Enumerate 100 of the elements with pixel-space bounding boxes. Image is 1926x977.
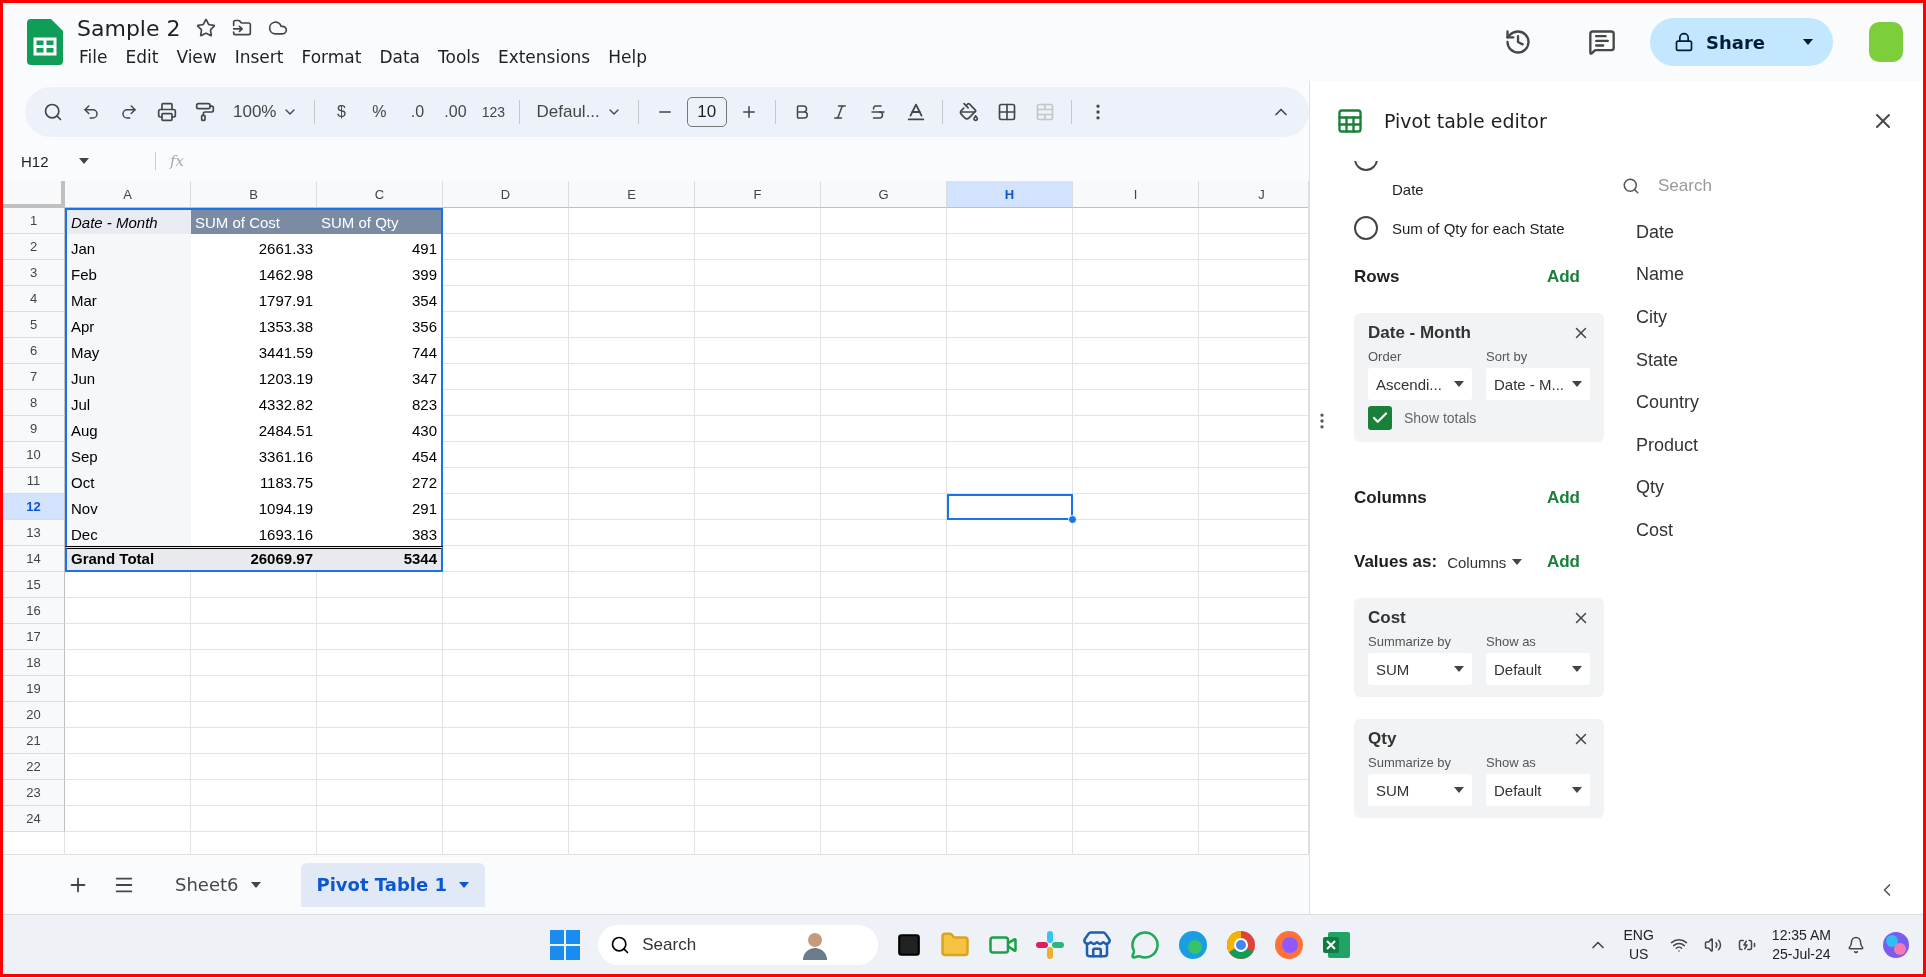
currency-button[interactable]: $ bbox=[325, 96, 358, 128]
dropdown[interactable]: Date - M... bbox=[1486, 368, 1590, 400]
row-header[interactable]: 15 bbox=[3, 572, 65, 598]
star-icon[interactable] bbox=[196, 18, 217, 38]
move-folder-icon[interactable] bbox=[232, 18, 253, 38]
copilot-icon[interactable] bbox=[1881, 929, 1911, 960]
menu-item[interactable]: File bbox=[77, 44, 117, 69]
sheet-tab[interactable]: Sheet6 bbox=[159, 862, 277, 907]
row-header[interactable]: 1 bbox=[3, 208, 65, 234]
row-header[interactable]: 10 bbox=[3, 442, 65, 468]
menu-item[interactable]: Edit bbox=[116, 44, 168, 69]
spreadsheet-app-icon[interactable] bbox=[1322, 929, 1353, 960]
clock[interactable]: 12:35 AM 25-Jul-24 bbox=[1771, 926, 1831, 963]
menu-item[interactable]: Data bbox=[370, 44, 429, 69]
task-view-icon[interactable] bbox=[896, 931, 923, 958]
dropdown[interactable]: SUM bbox=[1368, 653, 1472, 685]
row-header[interactable]: 14 bbox=[3, 546, 65, 572]
column-header[interactable]: B bbox=[191, 181, 317, 208]
cloud-icon[interactable] bbox=[268, 18, 289, 38]
column-header[interactable]: I bbox=[1073, 181, 1199, 208]
row-header[interactable]: 16 bbox=[3, 598, 65, 624]
search-bar[interactable]: Search bbox=[598, 924, 879, 965]
row-header[interactable]: 6 bbox=[3, 338, 65, 364]
dropdown[interactable]: SUM bbox=[1368, 774, 1472, 806]
row-header[interactable]: 11 bbox=[3, 468, 65, 494]
history-icon[interactable] bbox=[1504, 28, 1532, 56]
row-header[interactable]: 5 bbox=[3, 312, 65, 338]
row-header[interactable]: 24 bbox=[3, 806, 65, 832]
field-item[interactable]: Country bbox=[1616, 381, 1923, 424]
row-header[interactable]: 20 bbox=[3, 702, 65, 728]
radio-button[interactable] bbox=[1354, 216, 1378, 240]
dropdown[interactable]: Default bbox=[1486, 653, 1590, 685]
row-header[interactable]: 7 bbox=[3, 364, 65, 390]
field-item[interactable]: Qty bbox=[1616, 466, 1923, 510]
row-header[interactable]: 19 bbox=[3, 676, 65, 702]
checkbox[interactable] bbox=[1368, 406, 1392, 430]
document-title[interactable]: Sample 2 bbox=[77, 15, 181, 41]
menu-item[interactable]: Insert bbox=[225, 44, 293, 69]
column-header[interactable]: A bbox=[65, 181, 191, 208]
row-header[interactable]: 22 bbox=[3, 754, 65, 780]
dropdown[interactable]: Default bbox=[1486, 774, 1590, 806]
caret-icon bbox=[1572, 381, 1582, 387]
number-format-button[interactable]: 123 bbox=[477, 96, 510, 128]
row-header[interactable]: 13 bbox=[3, 520, 65, 546]
add-link[interactable]: Add bbox=[1546, 267, 1580, 287]
column-header[interactable]: E bbox=[569, 181, 695, 208]
browser-icon[interactable] bbox=[1274, 929, 1305, 960]
field-item[interactable]: State bbox=[1616, 338, 1923, 382]
browser-icon[interactable] bbox=[1178, 929, 1209, 960]
add-link[interactable]: Add bbox=[1546, 488, 1580, 508]
app-icon[interactable] bbox=[1036, 930, 1065, 959]
row-header[interactable]: 9 bbox=[3, 416, 65, 442]
search-input[interactable]: Search bbox=[640, 933, 791, 956]
field-item[interactable]: Cost bbox=[1616, 509, 1923, 552]
field-item[interactable]: Name bbox=[1616, 253, 1923, 297]
row-header[interactable]: 23 bbox=[3, 780, 65, 806]
column-header[interactable]: C bbox=[317, 181, 443, 208]
menu-item[interactable]: Help bbox=[599, 44, 656, 69]
add-link[interactable]: Add bbox=[1546, 552, 1580, 572]
bell-icon[interactable] bbox=[1847, 935, 1865, 954]
menu-item[interactable]: Extensions bbox=[488, 44, 600, 69]
row-header[interactable]: 21 bbox=[3, 728, 65, 754]
row-header[interactable]: 12 bbox=[3, 494, 65, 520]
browser-icon[interactable] bbox=[1226, 929, 1257, 960]
menu-item[interactable]: Tools bbox=[429, 44, 489, 69]
column-header[interactable]: G bbox=[821, 181, 947, 208]
field-item[interactable]: Product bbox=[1616, 423, 1923, 467]
decrease-decimals-button[interactable]: .0 bbox=[401, 96, 434, 128]
increase-decimals-button[interactable]: .00 bbox=[439, 96, 472, 128]
column-header[interactable]: F bbox=[695, 181, 821, 208]
row-header[interactable]: 2 bbox=[3, 234, 65, 260]
row-header[interactable]: 4 bbox=[3, 286, 65, 312]
dropdown[interactable]: Ascendi... bbox=[1368, 368, 1472, 400]
zoom-dropdown[interactable]: 100% bbox=[227, 96, 305, 128]
field-item[interactable]: Date bbox=[1616, 211, 1923, 254]
font-dropdown[interactable]: Defaul... bbox=[530, 96, 628, 128]
sheet-tab[interactable]: Pivot Table 1 bbox=[300, 862, 485, 907]
column-header[interactable]: D bbox=[443, 181, 569, 208]
windows-icon[interactable] bbox=[550, 929, 581, 960]
store-icon[interactable] bbox=[1082, 929, 1113, 960]
row-header[interactable]: 18 bbox=[3, 650, 65, 676]
language-indicator[interactable]: ENG US bbox=[1623, 926, 1654, 963]
column-header[interactable]: J bbox=[1199, 181, 1308, 208]
name-box[interactable]: H12 bbox=[21, 152, 141, 170]
chat-icon[interactable] bbox=[1130, 929, 1161, 960]
row-header[interactable]: 3 bbox=[3, 260, 65, 286]
volume-icon[interactable] bbox=[1703, 935, 1722, 954]
row-header[interactable]: 8 bbox=[3, 390, 65, 416]
comment-icon[interactable] bbox=[1588, 28, 1616, 56]
values-dropdown[interactable]: Columns bbox=[1447, 553, 1523, 571]
column-header[interactable]: H bbox=[947, 181, 1073, 208]
font-size-field[interactable]: 10 bbox=[686, 97, 727, 127]
spreadsheet-logo[interactable] bbox=[27, 19, 63, 65]
menu-item[interactable]: View bbox=[167, 44, 226, 69]
field-item[interactable]: City bbox=[1616, 296, 1923, 339]
percent-button[interactable]: % bbox=[363, 96, 396, 128]
row-header[interactable]: 17 bbox=[3, 624, 65, 650]
menu-item[interactable]: Format bbox=[292, 44, 371, 69]
search-field[interactable]: Search bbox=[1656, 175, 1836, 197]
share-button[interactable]: Share bbox=[1650, 18, 1833, 66]
